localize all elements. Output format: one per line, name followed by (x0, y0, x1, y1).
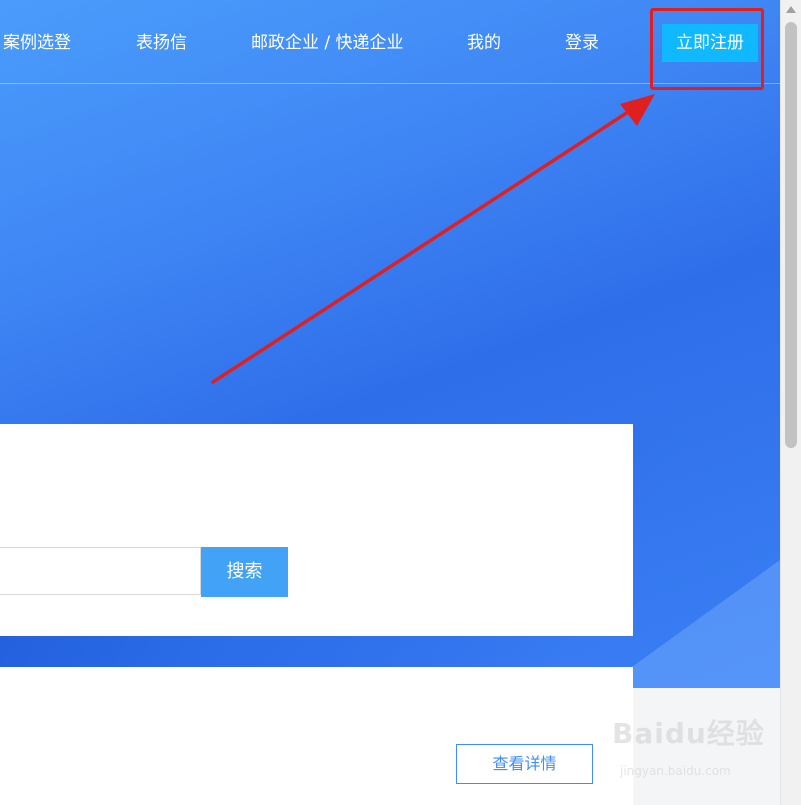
annotation-arrow-shaft (211, 110, 630, 384)
content-card (0, 667, 633, 805)
view-details-button[interactable]: 查看详情 (456, 744, 593, 784)
annotation-arrow-head (620, 94, 655, 126)
search-input[interactable] (0, 547, 201, 595)
search-button[interactable]: 搜索 (201, 547, 288, 597)
annotation-arrow (211, 94, 655, 384)
vertical-scrollbar[interactable] (780, 0, 801, 805)
content-side-background (633, 688, 780, 805)
scrollbar-thumb[interactable] (785, 22, 797, 448)
scroll-up-arrow-icon[interactable] (786, 6, 796, 13)
search-panel (0, 424, 633, 636)
